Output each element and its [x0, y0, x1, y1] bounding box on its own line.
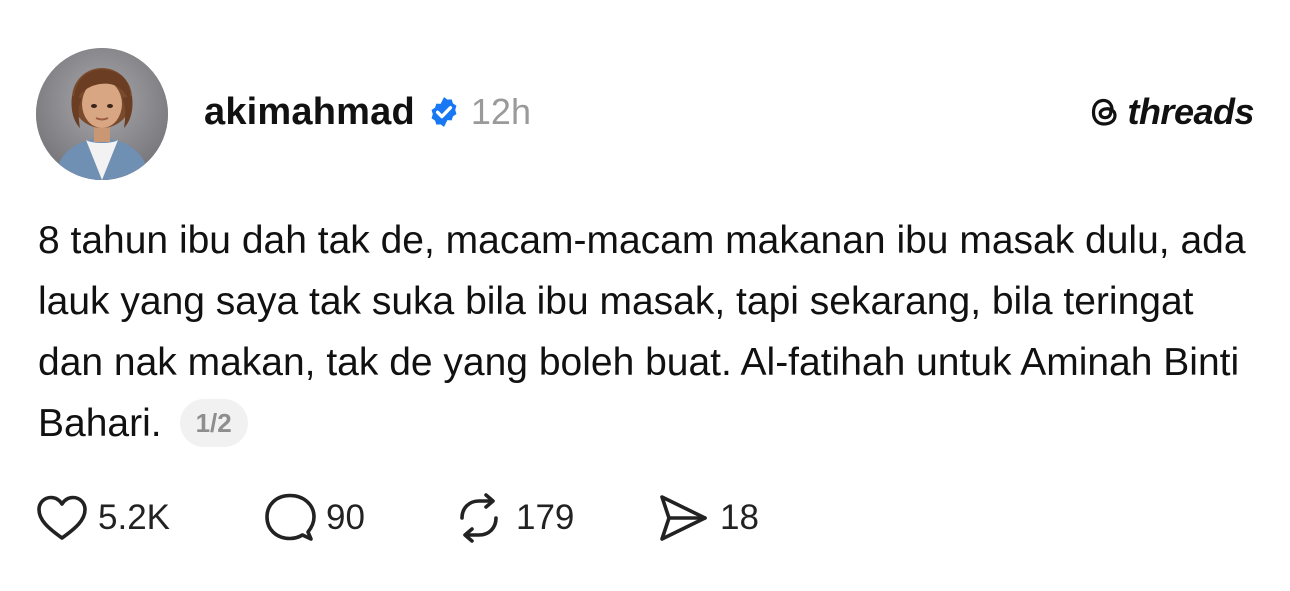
repost-count: 179 [516, 498, 575, 537]
avatar-image [36, 48, 168, 180]
like-button[interactable]: 5.2K [36, 494, 264, 542]
comment-button[interactable]: 90 [264, 492, 452, 544]
share-count: 18 [720, 498, 759, 537]
threads-logo-icon [1087, 94, 1123, 130]
comment-count: 90 [326, 498, 365, 537]
threads-post: akimahmad 12h threads 8 tahun ibu dah ta… [0, 0, 1290, 591]
like-count: 5.2K [98, 498, 170, 537]
threads-wordmark: threads [1127, 91, 1254, 132]
verified-badge-icon [427, 95, 461, 129]
avatar[interactable] [36, 48, 168, 180]
thread-pager-badge[interactable]: 1/2 [179, 399, 248, 447]
share-button[interactable]: 18 [656, 492, 796, 544]
username[interactable]: akimahmad [204, 91, 415, 134]
comment-bubble-icon [264, 492, 316, 544]
threads-brand: threads [1087, 88, 1254, 136]
heart-icon [36, 494, 88, 542]
repost-button[interactable]: 179 [452, 492, 656, 544]
post-actions: 5.2K 90 179 18 [36, 492, 796, 544]
post-timestamp: 12h [470, 91, 531, 132]
post-header: akimahmad 12h [204, 86, 531, 138]
send-icon [656, 492, 710, 544]
post-body: 8 tahun ibu dah tak de, macam-macam maka… [38, 210, 1258, 454]
repost-arrows-icon [452, 492, 506, 544]
